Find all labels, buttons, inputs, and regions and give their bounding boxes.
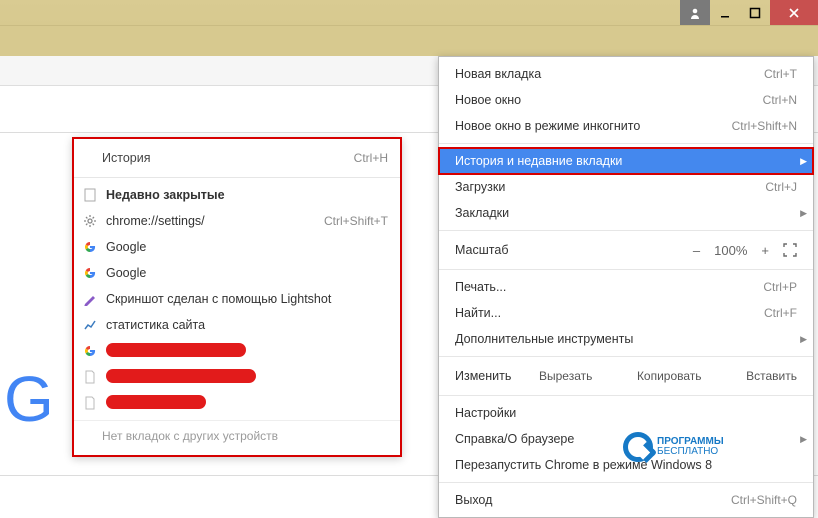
submenu-history-header[interactable]: История Ctrl+H xyxy=(74,143,400,173)
google-favicon-icon xyxy=(82,343,98,359)
tab-strip xyxy=(0,26,818,56)
window-titlebar xyxy=(0,0,818,26)
document-icon xyxy=(82,369,98,385)
minimize-button[interactable] xyxy=(710,0,740,25)
history-submenu: История Ctrl+H Недавно закрытые chrome:/… xyxy=(72,137,402,457)
close-button[interactable] xyxy=(770,0,818,25)
menu-zoom: Масштаб – 100% + xyxy=(439,235,813,265)
submenu-recently-closed[interactable]: Недавно закрытые xyxy=(74,182,400,208)
google-logo: G xyxy=(4,362,54,436)
submenu-item-google-2[interactable]: Google xyxy=(74,260,400,286)
gear-icon xyxy=(82,213,98,229)
menu-history[interactable]: История и недавние вкладки▶ xyxy=(439,148,813,174)
submenu-item-redacted-3[interactable] xyxy=(74,390,400,416)
menu-settings[interactable]: Настройки xyxy=(439,400,813,426)
stats-icon xyxy=(82,317,98,333)
zoom-in-button[interactable]: + xyxy=(761,243,769,258)
page-icon xyxy=(82,187,98,203)
google-favicon-icon xyxy=(82,265,98,281)
main-menu: Новая вкладкаCtrl+T Новое окноCtrl+N Нов… xyxy=(438,56,814,518)
submenu-item-stats[interactable]: статистика сайта xyxy=(74,312,400,338)
menu-more-tools[interactable]: Дополнительные инструменты▶ xyxy=(439,326,813,352)
menu-print[interactable]: Печать...Ctrl+P xyxy=(439,274,813,300)
user-icon[interactable] xyxy=(680,0,710,25)
submenu-item-settings[interactable]: chrome://settings/ Ctrl+Shift+T xyxy=(74,208,400,234)
menu-downloads[interactable]: ЗагрузкиCtrl+J xyxy=(439,174,813,200)
menu-about[interactable]: Справка/О браузере▶ ПРОГРАММЫБЕСПЛАТНО xyxy=(439,426,813,452)
submenu-item-redacted-1[interactable] xyxy=(74,338,400,364)
menu-relaunch-win8[interactable]: Перезапустить Chrome в режиме Windows 8 xyxy=(439,452,813,478)
menu-bookmarks[interactable]: Закладки▶ xyxy=(439,200,813,226)
zoom-value: 100% xyxy=(714,243,747,258)
menu-edit: Изменить Вырезать Копировать Вставить xyxy=(439,361,813,391)
menu-exit[interactable]: ВыходCtrl+Shift+Q xyxy=(439,487,813,513)
edit-cut-button[interactable]: Вырезать xyxy=(539,369,592,383)
menu-incognito[interactable]: Новое окно в режиме инкогнитоCtrl+Shift+… xyxy=(439,113,813,139)
document-icon xyxy=(82,395,98,411)
menu-new-tab[interactable]: Новая вкладкаCtrl+T xyxy=(439,61,813,87)
menu-find[interactable]: Найти...Ctrl+F xyxy=(439,300,813,326)
fullscreen-icon[interactable] xyxy=(783,243,797,257)
google-favicon-icon xyxy=(82,239,98,255)
submenu-item-redacted-2[interactable] xyxy=(74,364,400,390)
submenu-item-lightshot[interactable]: Скриншот сделан с помощью Lightshot xyxy=(74,286,400,312)
chevron-right-icon: ▶ xyxy=(800,334,807,345)
maximize-button[interactable] xyxy=(740,0,770,25)
chevron-right-icon: ▶ xyxy=(800,156,807,167)
chevron-right-icon: ▶ xyxy=(800,434,807,445)
submenu-footer: Нет вкладок с других устройств xyxy=(74,420,400,451)
edit-paste-button[interactable]: Вставить xyxy=(746,369,797,383)
edit-copy-button[interactable]: Копировать xyxy=(637,369,702,383)
menu-new-window[interactable]: Новое окноCtrl+N xyxy=(439,87,813,113)
submenu-item-google-1[interactable]: Google xyxy=(74,234,400,260)
zoom-out-button[interactable]: – xyxy=(693,243,700,258)
pencil-icon xyxy=(82,291,98,307)
chevron-right-icon: ▶ xyxy=(800,208,807,219)
